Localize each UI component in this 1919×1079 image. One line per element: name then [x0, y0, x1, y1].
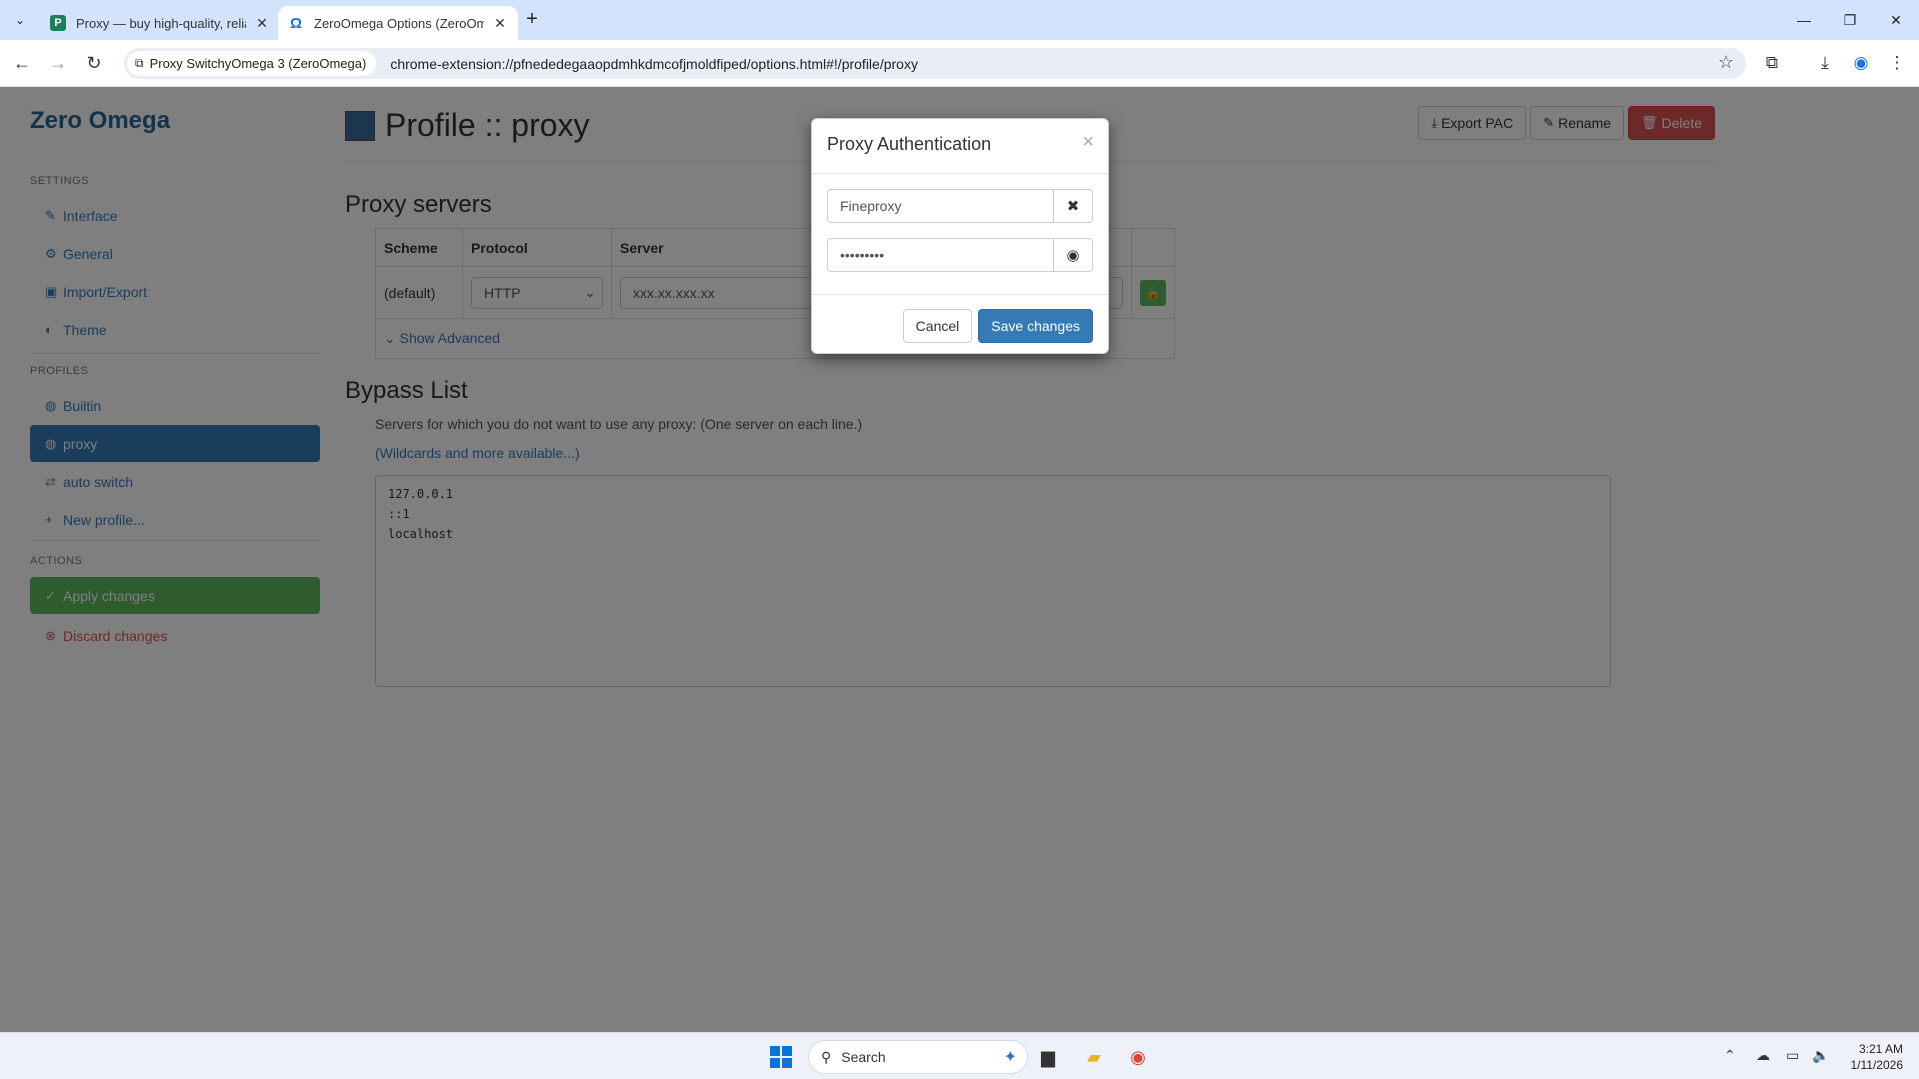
bing-highlight-icon: ✦	[1003, 1049, 1017, 1066]
save-changes-button[interactable]: Save changes	[978, 309, 1093, 343]
password-field[interactable]: •••••••••	[827, 238, 1054, 272]
clock-time: 3:21 AM	[1858, 1042, 1903, 1056]
tab-title: ZeroOmega Options (ZeroOme	[314, 15, 484, 31]
search-placeholder: Search	[841, 1049, 886, 1065]
menu-icon[interactable]: ⋮	[1885, 51, 1909, 75]
task-view-icon[interactable]: ▆	[1034, 1043, 1062, 1071]
forward-icon[interactable]: →	[46, 51, 70, 75]
tab-close-icon[interactable]: ✕	[492, 15, 508, 32]
site-chip-label: Proxy SwitchyOmega 3 (ZeroOmega)	[149, 56, 367, 71]
network-icon[interactable]: ▭	[1786, 1047, 1799, 1064]
tab-zeroomega-options[interactable]: Ω ZeroOmega Options (ZeroOme ✕	[278, 6, 518, 40]
search-icon: ⚲	[821, 1048, 832, 1065]
tab-strip: ⌄ P Proxy — buy high-quality, relia ✕ Ω …	[0, 0, 1919, 40]
proxy-auth-dialog: Proxy Authentication × Fineproxy ✖ •••••…	[811, 118, 1109, 354]
password-group: ••••••••• ◉	[827, 238, 1093, 272]
cloud-offline-icon[interactable]: ☁	[1756, 1047, 1770, 1064]
chrome-icon[interactable]: ◉	[1124, 1043, 1152, 1071]
taskbar: ⚲ Search ✦ ▆ ▰ ◉ ⌃ ☁ ▭ 🔈 3:21 AM 1/11/20…	[0, 1032, 1919, 1079]
volume-muted-icon[interactable]: 🔈	[1812, 1047, 1829, 1064]
bookmark-star-icon[interactable]: ☆	[1718, 52, 1734, 73]
window-controls: — ❐ ✕	[1781, 0, 1919, 40]
extensions-icon[interactable]: ⧉	[1760, 51, 1784, 75]
windows-start-icon[interactable]	[770, 1046, 792, 1068]
tab-close-icon[interactable]: ✕	[254, 15, 270, 32]
extension-puzzle-icon: ⧉	[135, 56, 144, 70]
minimize-icon[interactable]: —	[1781, 0, 1827, 40]
modal-body: Fineproxy ✖ ••••••••• ◉	[812, 174, 1108, 295]
download-icon[interactable]: ⤓	[1813, 51, 1837, 75]
site-info-chip[interactable]: ⧉ Proxy SwitchyOmega 3 (ZeroOmega)	[127, 51, 377, 76]
clock-date: 1/11/2026	[1850, 1058, 1904, 1072]
address-bar[interactable]: ⧉ Proxy SwitchyOmega 3 (ZeroOmega) chrom…	[124, 48, 1746, 79]
tab-title: Proxy — buy high-quality, relia	[76, 15, 246, 31]
close-icon[interactable]: ×	[1082, 131, 1094, 154]
profile-icon[interactable]: ◉	[1849, 51, 1873, 75]
system-clock[interactable]: 3:21 AM 1/11/2026	[1851, 1041, 1904, 1073]
browser-toolbar: ← → ↻ ⧉ Proxy SwitchyOmega 3 (ZeroOmega)…	[0, 40, 1919, 87]
close-window-icon[interactable]: ✕	[1873, 0, 1919, 40]
url-text[interactable]: chrome-extension://pfnededegaaopdmhkdmco…	[390, 56, 918, 72]
cancel-button[interactable]: Cancel	[902, 309, 973, 343]
taskbar-search[interactable]: ⚲ Search ✦	[808, 1040, 1028, 1074]
username-field[interactable]: Fineproxy	[827, 189, 1054, 223]
username-group: Fineproxy ✖	[827, 189, 1093, 223]
clear-icon[interactable]: ✖	[1054, 189, 1093, 223]
modal-header: Proxy Authentication ×	[812, 119, 1108, 174]
tab-fineproxy[interactable]: P Proxy — buy high-quality, relia ✕	[40, 6, 280, 40]
restore-icon[interactable]: ❐	[1827, 0, 1873, 40]
modal-title: Proxy Authentication	[827, 134, 992, 154]
show-hidden-icons-icon[interactable]: ⌃	[1724, 1047, 1736, 1064]
new-tab-icon[interactable]: +	[520, 8, 544, 32]
fineproxy-favicon-icon: P	[50, 15, 66, 31]
tab-search-icon[interactable]: ⌄	[8, 8, 32, 32]
zeroomega-favicon-icon: Ω	[289, 14, 303, 32]
modal-footer: Cancel Save changes	[812, 295, 1108, 357]
back-icon[interactable]: ←	[10, 51, 34, 75]
file-explorer-icon[interactable]: ▰	[1080, 1043, 1108, 1071]
eye-slash-icon[interactable]: ◉	[1054, 238, 1093, 272]
reload-icon[interactable]: ↻	[82, 51, 106, 75]
